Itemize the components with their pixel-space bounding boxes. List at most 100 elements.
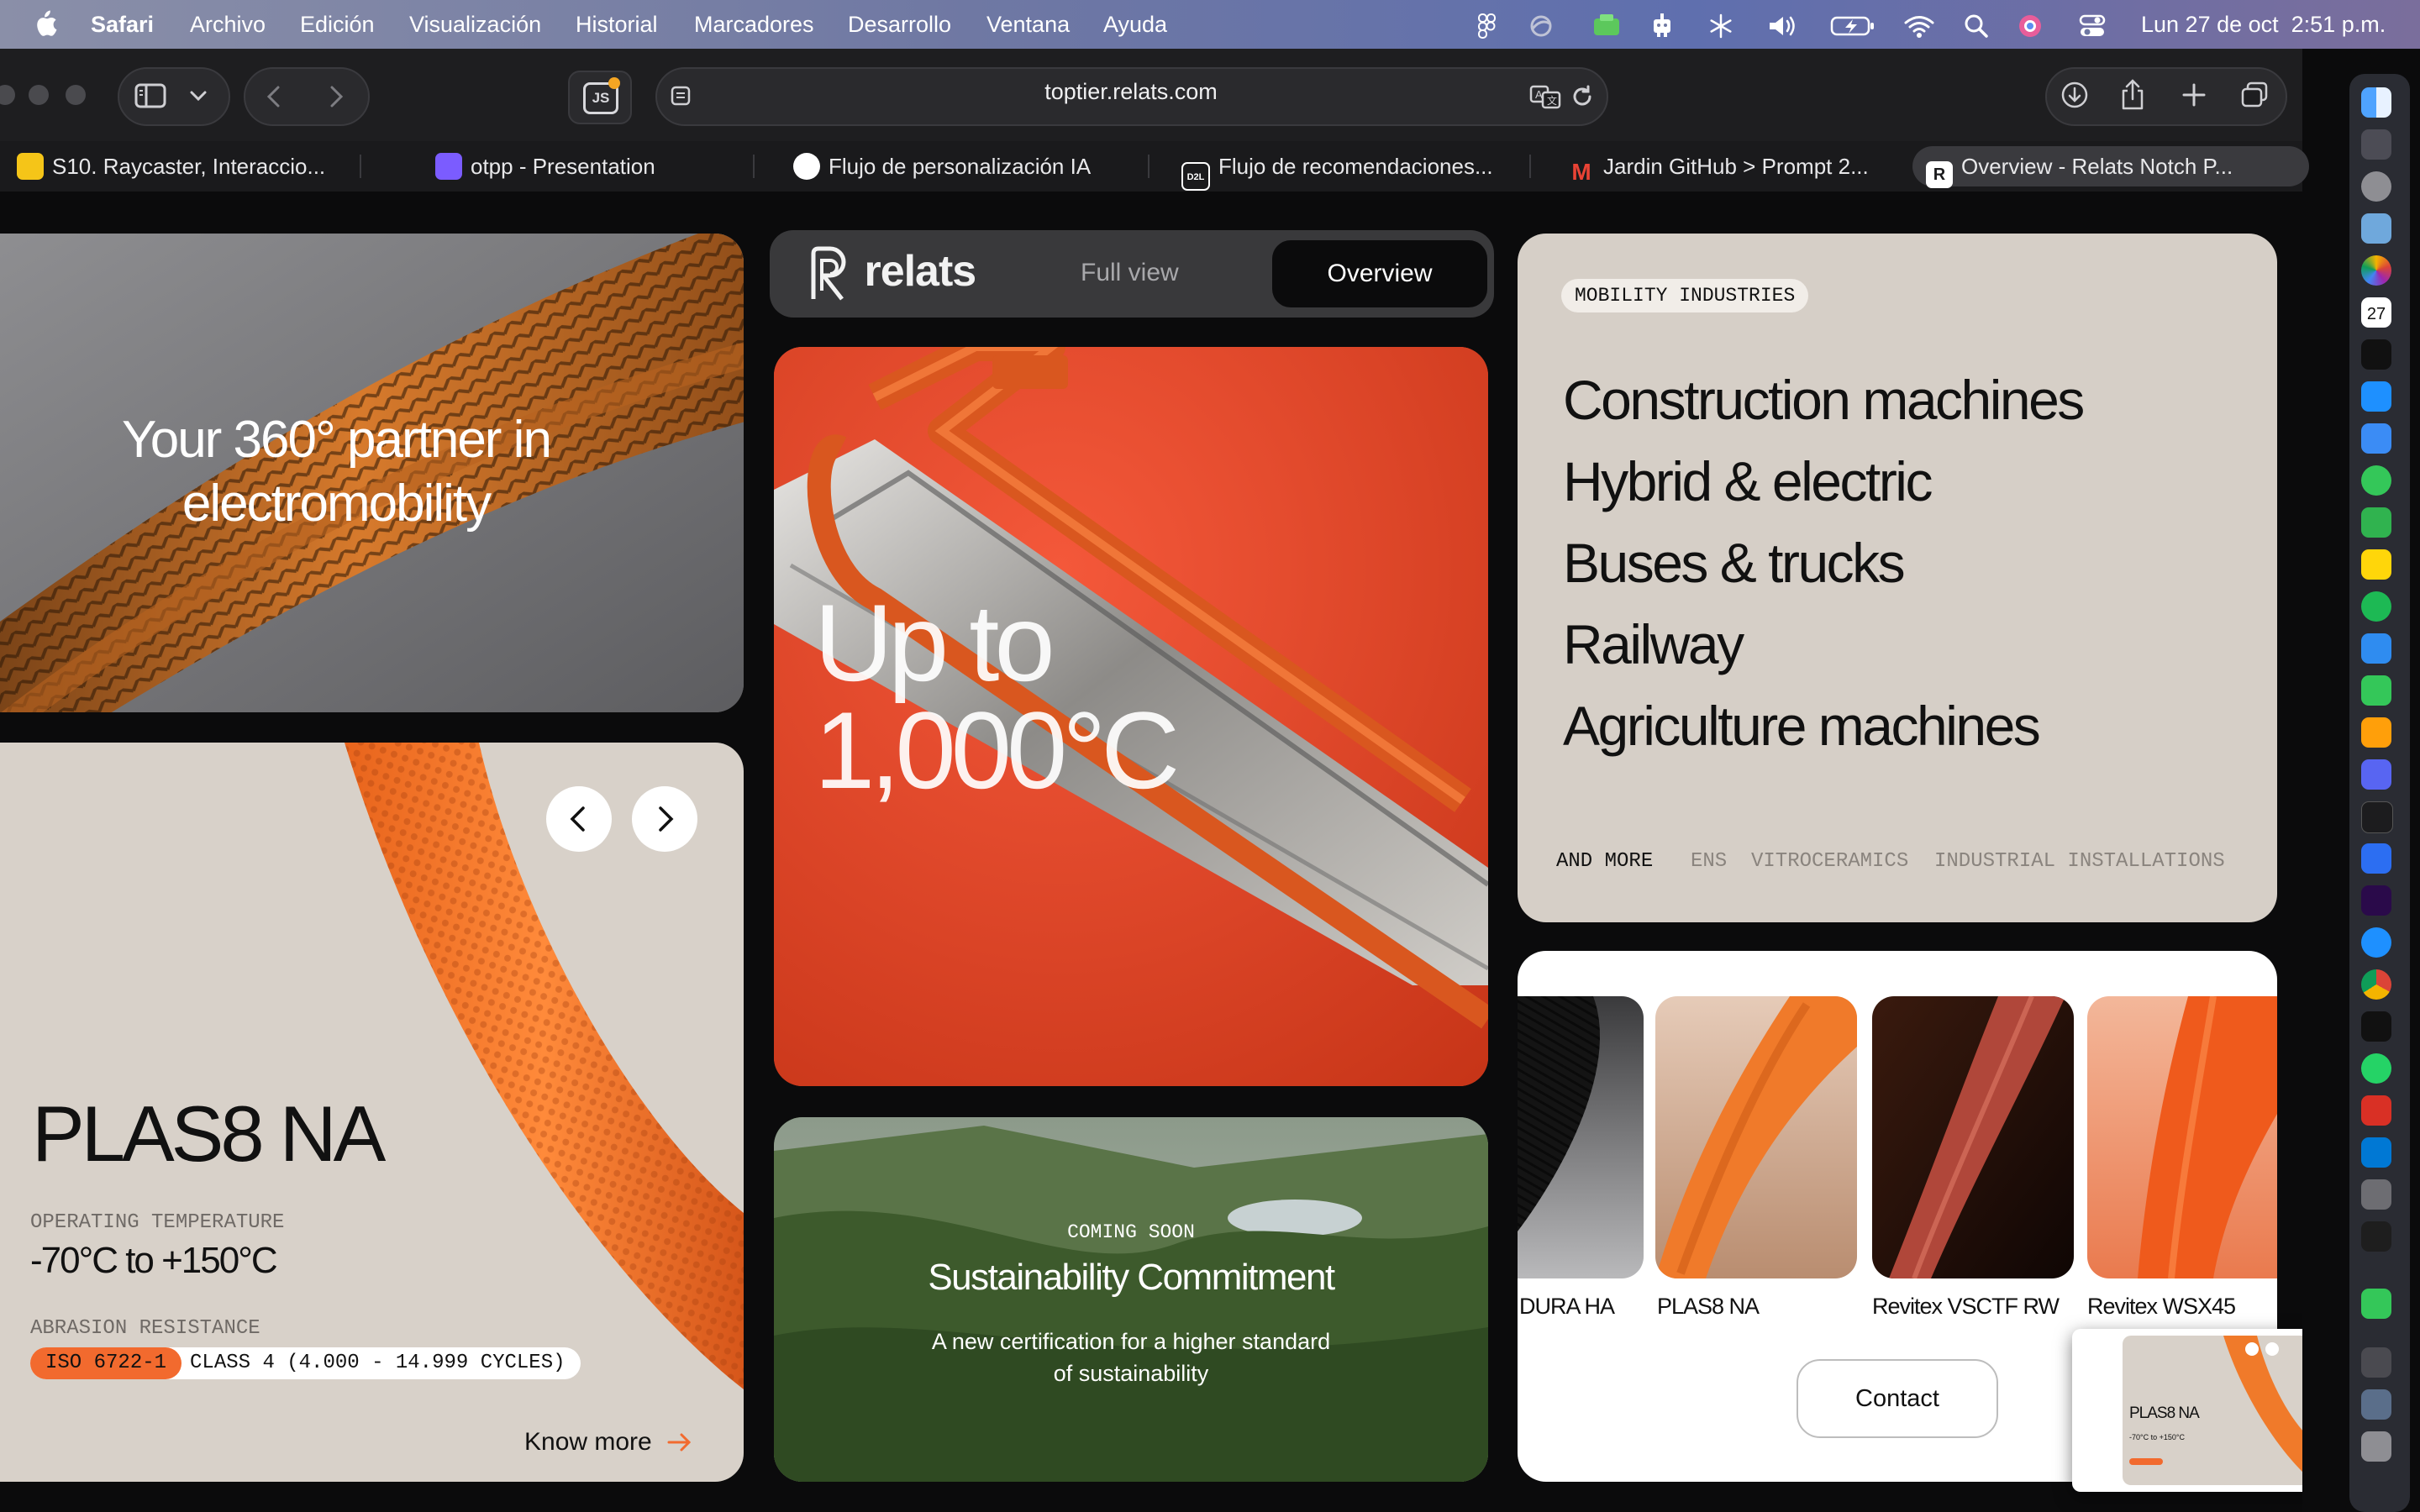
snowflake-icon[interactable] (1706, 0, 1736, 49)
safari-icon[interactable] (2361, 927, 2391, 958)
product-name-dura[interactable]: DURA HA (1519, 1294, 1615, 1320)
product-thumb-dura[interactable] (1518, 996, 1644, 1278)
control-center-icon[interactable] (2075, 0, 2109, 49)
reload-icon[interactable] (1570, 84, 1595, 113)
industry-hybrid[interactable]: Hybrid & electric (1563, 449, 1933, 513)
launchpad-icon[interactable] (2361, 129, 2391, 160)
facetime-icon[interactable] (2361, 507, 2391, 538)
robot-status-icon[interactable] (1645, 0, 1679, 49)
product-name-plas8[interactable]: PLAS8 NA (1657, 1294, 1760, 1320)
downloads-stack-icon[interactable] (2361, 1347, 2391, 1378)
share-icon[interactable] (2119, 79, 2146, 115)
tab-raycaster[interactable]: S10. Raycaster, Interaccio... (17, 146, 325, 186)
tab-jardin-github[interactable]: M Jardin GitHub > Prompt 2... (1568, 146, 1868, 186)
temperature-card[interactable]: Up to 1,000°C (774, 347, 1488, 1086)
product-thumb-wsx45[interactable] (2087, 996, 2277, 1278)
wifi-icon[interactable] (1902, 0, 1936, 49)
product-name-vsctf[interactable]: Revitex VSCTF RW (1872, 1294, 2060, 1320)
premiere-icon[interactable] (2361, 885, 2391, 916)
user-avatar-icon[interactable] (2015, 0, 2045, 49)
vscode-icon[interactable] (2361, 1137, 2391, 1168)
ableton-live-icon[interactable] (2361, 1011, 2391, 1042)
app-menu-safari[interactable]: Safari (91, 0, 154, 49)
window-close-button[interactable] (0, 85, 15, 105)
hero-card[interactable]: Your 360° partner in electromobility (0, 234, 744, 712)
folder-stack-icon[interactable] (2361, 1389, 2391, 1420)
apple-menu-icon[interactable] (32, 0, 57, 49)
preview-thumbnail[interactable]: PLAS8 NA -70°C to +150°C (2072, 1329, 2302, 1492)
sidebar-icon[interactable] (134, 82, 168, 113)
tab-flujo-personalizacion[interactable]: Flujo de personalización IA (793, 146, 1091, 186)
pages-icon[interactable] (2361, 717, 2391, 748)
mail-icon[interactable] (2361, 423, 2391, 454)
page-menu-icon[interactable] (671, 86, 692, 112)
menu-ayuda[interactable]: Ayuda (1103, 0, 1167, 49)
industry-railway[interactable]: Railway (1563, 612, 1744, 676)
know-more-link[interactable]: Know more (524, 1428, 692, 1457)
industry-buses[interactable]: Buses & trucks (1563, 531, 1906, 595)
translate-icon[interactable]: A文 (1529, 84, 1563, 113)
photos-icon[interactable] (2361, 255, 2391, 286)
forward-arrow-icon[interactable] (323, 84, 348, 113)
messages-icon[interactable] (2361, 465, 2391, 496)
menu-desarrollo[interactable]: Desarrollo (848, 0, 951, 49)
apple-tv-icon[interactable] (2361, 339, 2391, 370)
menu-visualizacion[interactable]: Visualización (409, 0, 541, 49)
chevron-down-icon[interactable] (188, 87, 208, 108)
menu-historial[interactable]: Historial (576, 0, 658, 49)
tab-overview-relats[interactable]: R Overview - Relats Notch P... (1912, 146, 2309, 188)
spotify-icon[interactable] (2361, 591, 2391, 622)
whatsapp-icon[interactable] (2361, 1053, 2391, 1084)
new-tab-icon[interactable] (2181, 82, 2207, 112)
carousel-next-button[interactable] (632, 786, 697, 852)
js-extension-button[interactable]: JS (568, 71, 632, 124)
menu-archivo[interactable]: Archivo (190, 0, 266, 49)
menu-ventana[interactable]: Ventana (986, 0, 1070, 49)
menu-edicion[interactable]: Edición (300, 0, 375, 49)
numbers-icon[interactable] (2361, 675, 2391, 706)
spotlight-search-icon[interactable] (1961, 0, 1991, 49)
system-settings-icon[interactable] (2361, 171, 2391, 202)
product-card[interactable]: PLAS8 NA OPERATING TEMPERATURE -70°C to … (0, 743, 744, 1482)
notes-icon[interactable] (2361, 549, 2391, 580)
window-minimize-button[interactable] (29, 85, 49, 105)
url-text[interactable]: toptier.relats.com (963, 79, 1299, 105)
finder-icon[interactable] (2361, 87, 2391, 118)
game-status-icon[interactable] (1588, 0, 1625, 49)
trash-icon[interactable] (2361, 1431, 2391, 1462)
back-arrow-icon[interactable] (262, 84, 287, 113)
nav-tab-full-view[interactable]: Full view (1081, 259, 1179, 287)
product-thumb-plas8[interactable] (1655, 996, 1857, 1278)
volume-icon[interactable] (1765, 0, 1802, 49)
relats-logo[interactable]: relats (807, 245, 976, 302)
menu-marcadores[interactable]: Marcadores (694, 0, 814, 49)
menubar-clock[interactable]: Lun 27 de oct 2:51 p.m. (2141, 0, 2407, 49)
utility-icon[interactable] (2361, 1179, 2391, 1210)
terminal-icon[interactable] (2361, 801, 2393, 833)
product-name-wsx45[interactable]: Revitex WSX45 (2087, 1294, 2236, 1320)
more-industrial[interactable]: INDUSTRIAL INSTALLATIONS (1934, 850, 2225, 873)
tab-flujo-recomendaciones[interactable]: D2L Flujo de recomendaciones... (1181, 146, 1493, 191)
app-store-icon[interactable] (2361, 381, 2391, 412)
phone-icon[interactable] (2361, 1289, 2391, 1319)
product-thumb-vsctf[interactable] (1872, 996, 2074, 1278)
discord-icon[interactable] (2361, 759, 2391, 790)
battery-icon[interactable] (1830, 0, 1876, 49)
simulator-icon[interactable] (2361, 843, 2391, 874)
chrome-icon[interactable] (2361, 969, 2391, 1000)
tab-otpp[interactable]: otpp - Presentation (435, 146, 655, 186)
carousel-prev-button[interactable] (546, 786, 612, 852)
industry-construction[interactable]: Construction machines (1563, 368, 2085, 432)
red-app-icon[interactable] (2361, 1095, 2391, 1126)
sync-status-icon[interactable] (1523, 0, 1560, 49)
tab-overview-icon[interactable] (2240, 81, 2269, 113)
figma-status-icon[interactable] (1472, 0, 1502, 49)
industry-agriculture[interactable]: Agriculture machines (1563, 694, 2041, 758)
calendar-icon[interactable]: 27 (2361, 297, 2391, 328)
preview-app-icon[interactable] (2361, 213, 2391, 244)
sustainability-card[interactable]: COMING SOON Sustainability Commitment A … (774, 1117, 1488, 1482)
window-zoom-button[interactable] (66, 85, 86, 105)
downloads-icon[interactable] (2060, 81, 2089, 113)
keynote-icon[interactable] (2361, 633, 2391, 664)
more-ens[interactable]: ENS (1691, 850, 1727, 873)
